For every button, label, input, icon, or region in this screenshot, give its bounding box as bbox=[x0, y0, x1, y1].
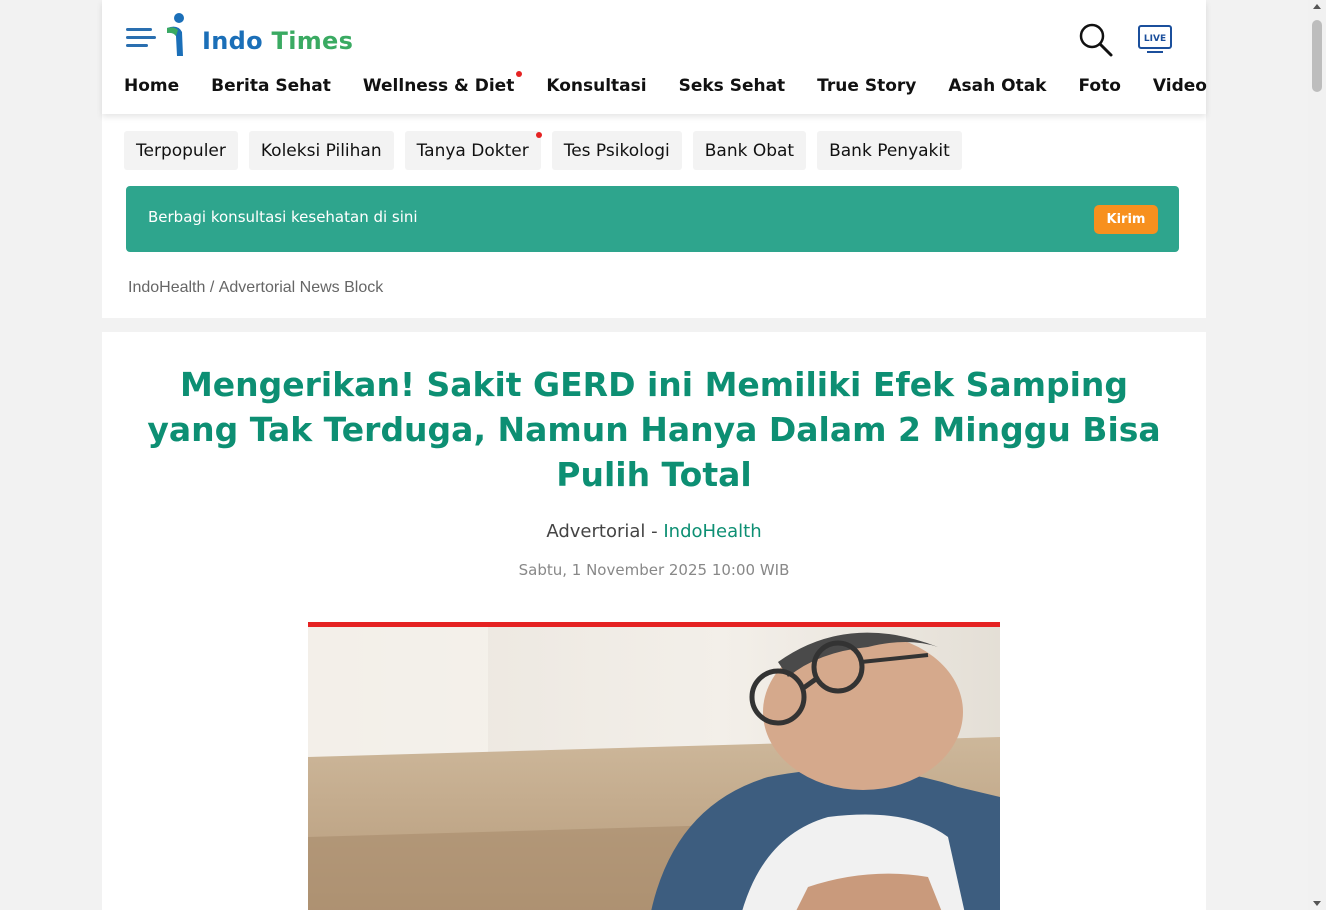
quick-link-label: Terpopuler bbox=[136, 140, 226, 161]
send-button[interactable]: Kirim bbox=[1094, 205, 1158, 234]
byline-source-link[interactable]: IndoHealth bbox=[663, 521, 761, 542]
top-bar: Indo Times LIVE Home Berita Sehat Wellness… bbox=[102, 0, 1207, 114]
logo-mark-icon bbox=[164, 12, 190, 58]
hamburger-menu-icon[interactable] bbox=[126, 26, 156, 50]
nav-item-label: Berita Sehat bbox=[211, 76, 331, 96]
live-tv-icon[interactable]: LIVE bbox=[1137, 24, 1173, 56]
new-indicator-dot bbox=[535, 132, 542, 138]
scroll-thumb[interactable] bbox=[1312, 20, 1322, 92]
breadcrumb: IndoHealth / Advertorial News Block bbox=[128, 279, 383, 297]
quick-link-tanya-dokter[interactable]: Tanya Dokter bbox=[404, 131, 542, 170]
nav-item-label: Seks Sehat bbox=[678, 76, 786, 96]
nav-item-video[interactable]: Video bbox=[1153, 76, 1207, 98]
nav-item-label: True Story bbox=[817, 76, 917, 96]
site-logo[interactable]: Indo Times bbox=[164, 12, 353, 58]
quick-link-bank-penyakit[interactable]: Bank Penyakit bbox=[817, 131, 962, 170]
nav-item-label: Wellness & Diet bbox=[362, 76, 515, 96]
nav-item-seks-sehat[interactable]: Seks Sehat bbox=[679, 76, 786, 98]
breadcrumb-root-link[interactable]: IndoHealth bbox=[128, 279, 205, 297]
quick-link-label: Bank Penyakit bbox=[829, 140, 950, 161]
scroll-down-arrow-icon[interactable] bbox=[1313, 901, 1321, 906]
article-byline: Advertorial - IndoHealth bbox=[102, 521, 1206, 542]
hero-image bbox=[308, 622, 1000, 910]
quick-link-terpopuler[interactable]: Terpopuler bbox=[124, 131, 238, 170]
quick-link-koleksi-pilihan[interactable]: Koleksi Pilihan bbox=[248, 131, 394, 170]
main-nav: Home Berita Sehat Wellness & Diet Konsultas… bbox=[124, 71, 1239, 98]
site-header: Indo Times LIVE Home Berita Sehat Wellness… bbox=[102, 0, 1207, 318]
nav-item-asah-otak[interactable]: Asah Otak bbox=[948, 76, 1046, 98]
search-icon[interactable] bbox=[1078, 22, 1114, 58]
quick-link-tes-psikologi[interactable]: Tes Psikologi bbox=[551, 131, 682, 170]
nav-item-label: Home bbox=[124, 76, 180, 96]
breadcrumb-current-link[interactable]: Advertorial News Block bbox=[219, 279, 384, 297]
nav-item-label: Konsultasi bbox=[546, 76, 647, 96]
live-label: LIVE bbox=[1144, 34, 1166, 44]
quick-links: Terpopuler Koleksi Pilihan Tanya Dokter Tes… bbox=[124, 131, 973, 170]
new-indicator-dot bbox=[516, 71, 523, 77]
article-card: Mengerikan! Sakit GERD ini Memiliki Efek… bbox=[102, 332, 1206, 910]
nav-item-konsultasi[interactable]: Konsultasi bbox=[546, 76, 646, 98]
page-wrapper: Indo Times LIVE Home Berita Sehat Wellness… bbox=[102, 0, 1207, 910]
quick-link-label: Bank Obat bbox=[704, 140, 795, 161]
nav-item-label: Video bbox=[1152, 76, 1207, 96]
quick-link-bank-obat[interactable]: Bank Obat bbox=[692, 131, 807, 170]
article-title: Mengerikan! Sakit GERD ini Memiliki Efek… bbox=[147, 365, 1161, 494]
nav-item-berita-sehat[interactable]: Berita Sehat bbox=[211, 76, 331, 98]
logo-text: Indo Times bbox=[202, 27, 353, 55]
nav-item-label: Asah Otak bbox=[948, 76, 1047, 96]
breadcrumb-separator: / bbox=[205, 279, 219, 296]
page-scrollbar[interactable] bbox=[1308, 0, 1326, 910]
nav-item-home[interactable]: Home bbox=[124, 76, 179, 98]
hero-photo-illustration bbox=[308, 627, 1000, 910]
logo-text-times: Times bbox=[271, 27, 354, 55]
scroll-up-arrow-icon[interactable] bbox=[1313, 4, 1321, 9]
nav-item-true-story[interactable]: True Story bbox=[817, 76, 916, 98]
quick-link-label: Tes Psikologi bbox=[563, 140, 670, 161]
consult-banner-text: Berbagi konsultasi kesehatan di sini bbox=[148, 208, 418, 226]
nav-item-label: Foto bbox=[1078, 76, 1121, 96]
consult-banner[interactable]: Berbagi konsultasi kesehatan di sini Kir… bbox=[126, 186, 1179, 252]
nav-item-foto[interactable]: Foto bbox=[1078, 76, 1120, 98]
byline-prefix: Advertorial - bbox=[546, 521, 664, 542]
nav-item-wellness-diet[interactable]: Wellness & Diet bbox=[362, 71, 523, 98]
logo-text-indo: Indo bbox=[202, 27, 263, 55]
quick-link-label: Koleksi Pilihan bbox=[260, 140, 382, 161]
quick-link-label: Tanya Dokter bbox=[416, 140, 529, 161]
article-date: Sabtu, 1 November 2025 10:00 WIB bbox=[518, 561, 790, 579]
